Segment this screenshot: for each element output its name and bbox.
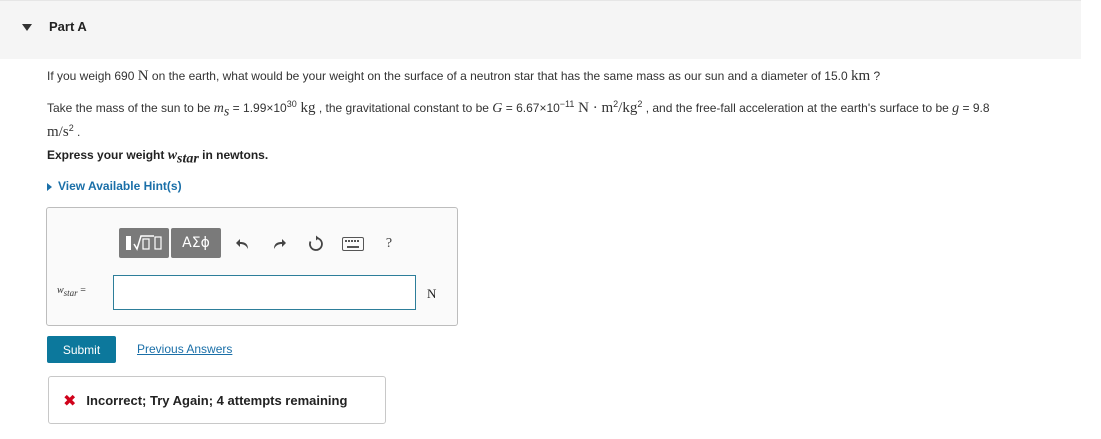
instruction-text: Express your weight wstar in newtons.	[47, 148, 269, 167]
subscript-star: star	[177, 151, 199, 167]
symbol-m: m	[213, 101, 224, 116]
caret-right-icon	[47, 182, 52, 191]
answer-box: ΑΣϕ ? wstar = N	[46, 207, 458, 326]
undo-icon[interactable]	[233, 234, 253, 254]
symbol-G: G	[492, 101, 503, 116]
feedback-text: Incorrect; Try Again; 4 attempts remaini…	[86, 392, 348, 408]
question-text-line3: m/s2 .	[47, 124, 80, 141]
subscript-star: star	[63, 288, 78, 298]
greek-symbols-icon: ΑΣϕ	[182, 235, 210, 251]
redo-icon[interactable]	[269, 234, 289, 254]
symbol-w: w	[57, 285, 64, 296]
question-text-line2: Take the mass of the sun to be ms = 1.99…	[47, 99, 990, 119]
unit-kg: kg	[296, 100, 316, 116]
question-text: .	[73, 125, 81, 139]
question-text: on the earth, what would be your weight …	[148, 69, 851, 83]
question-text: ?	[870, 69, 881, 83]
greek-symbols-button[interactable]: ΑΣϕ	[171, 228, 221, 258]
question-text: If you weigh 690	[47, 69, 138, 83]
question-text: , and the free-fall acceleration at the …	[642, 101, 953, 115]
exponent: −11	[559, 99, 575, 109]
unit-text: m/s	[47, 124, 69, 140]
question-text-line1: If you weigh 690 N on the earth, what wo…	[47, 68, 880, 85]
answer-input[interactable]	[113, 275, 416, 310]
question-text: Express your weight	[47, 148, 168, 162]
view-hints-link[interactable]: View Available Hint(s)	[47, 179, 182, 193]
previous-answers-link[interactable]: Previous Answers	[137, 342, 232, 356]
hint-label: View Available Hint(s)	[58, 179, 182, 193]
error-x-icon: ✖	[63, 390, 77, 410]
question-text: , the gravitational constant to be	[315, 101, 493, 115]
templates-button[interactable]	[119, 228, 169, 258]
feedback-box: ✖ Incorrect; Try Again; 4 attempts remai…	[48, 376, 386, 424]
keyboard-icon[interactable]	[341, 234, 365, 254]
question-text: Take the mass of the sun to be	[47, 101, 214, 115]
part-title: Part A	[49, 19, 87, 34]
answer-label: wstar =	[57, 285, 86, 298]
unit-newton: N	[137, 68, 149, 84]
unit-label: N	[427, 286, 437, 301]
unit-text: /kg	[618, 100, 638, 116]
templates-icon	[126, 235, 162, 251]
unit-km: km	[851, 68, 871, 84]
unit-text: N · m	[574, 100, 614, 116]
question-text: = 9.8	[959, 101, 990, 115]
question-text: in newtons.	[198, 148, 269, 162]
part-header[interactable]: Part A	[0, 0, 1081, 59]
question-text: = 6.67×10	[502, 101, 560, 115]
exponent: 30	[286, 99, 297, 109]
question-text: = 1.99×10	[229, 101, 287, 115]
equals-sign: =	[77, 285, 86, 296]
collapse-caret-icon[interactable]	[22, 24, 32, 31]
help-icon[interactable]: ?	[379, 234, 399, 254]
symbol-w: w	[167, 148, 178, 163]
submit-button[interactable]: Submit	[47, 336, 116, 363]
reset-icon[interactable]	[306, 234, 326, 254]
